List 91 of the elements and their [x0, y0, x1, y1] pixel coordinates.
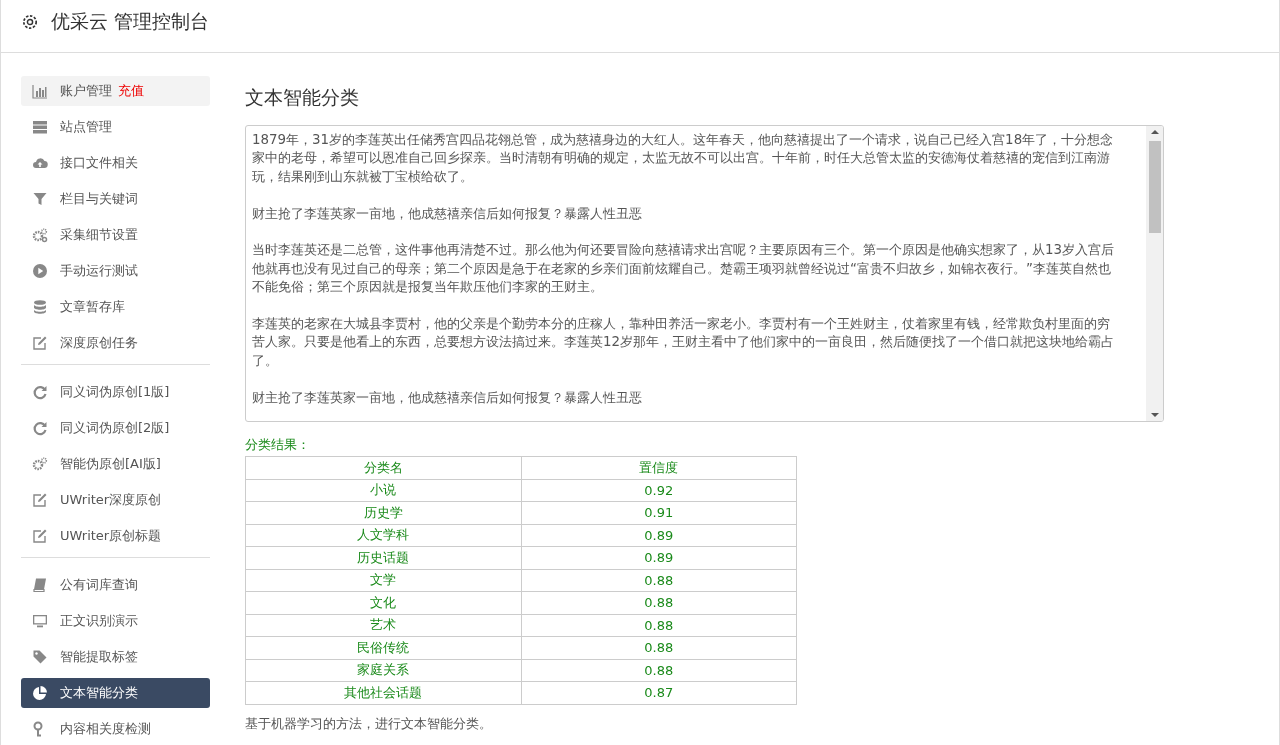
recharge-link[interactable]: 充值	[118, 82, 144, 100]
paragraph: 财主抢了李莲英家一亩地，他成慈禧亲信后如何报复？暴露人性丑恶	[252, 204, 643, 223]
sidebar-item[interactable]: UWriter原创标题	[21, 521, 210, 551]
bar-chart-icon	[32, 83, 48, 99]
table-cell: 历史学	[245, 501, 521, 524]
menu-label: 同义词伪原创[2版]	[60, 419, 170, 437]
paragraph: 1879年，31岁的李莲英出任储秀宫四品花翎总管，成为慈禧身边的大红人。这年春天，他向慈禧提出了一个请求，说自己已经入宫18年了，十分想念家中的老母，希望可以恩准自己回乡探亲。当时清朝有明确的规定，太监无故不可以出宫。十年前，时任大总管太监的安德海仗着慈禧的宠信到江南游玩，结果刚到山东就被丁宝桢给砍了。	[252, 131, 1115, 186]
table-cell: 人文学科	[245, 524, 521, 547]
sidebar-item[interactable]: 同义词伪原创[2版]	[21, 413, 210, 443]
menu-label: 同义词伪原创[1版]	[60, 383, 170, 401]
menu-label: 深度原创任务	[60, 334, 138, 352]
paragraph: 李莲英的老家在大城县李贾村，他的父亲是个勤劳本分的庄稼人，靠种田养活一家老小。李贾村有一个王姓财主，仗着家里有钱，经常欺负村里面的穷苦人家。只要是他看上的东西，总要想方设法搞过来。李莲英12岁那年，王财主看中了他们家中的一亩良田，然后随便找了一个借口就把这块地给霸占了。	[252, 315, 1116, 370]
table-cell: 0.88	[521, 659, 797, 682]
table-cell: 文学	[245, 569, 521, 592]
sidebar-item[interactable]: 正文识别演示	[21, 606, 210, 636]
description-text: 基于机器学习的方法，进行文本智能分类。	[245, 714, 493, 733]
scrollbar-thumb[interactable]	[1148, 141, 1161, 233]
menu-label: 站点管理	[60, 118, 112, 136]
server-icon	[32, 119, 48, 135]
sidebar-item[interactable]: UWriter深度原创	[21, 485, 210, 515]
tag-icon	[32, 649, 48, 665]
menu-label: 账户管理	[60, 82, 112, 100]
edit-icon	[32, 528, 48, 544]
play-icon	[32, 263, 48, 279]
menu-label: UWriter原创标题	[60, 527, 162, 545]
sidebar-item[interactable]: 智能提取标签	[21, 642, 210, 672]
sidebar-item[interactable]: 接口文件相关	[21, 148, 210, 178]
sidebar-item[interactable]: 栏目与关键词	[21, 184, 210, 214]
sidebar-item[interactable]: 深度原创任务	[21, 328, 210, 358]
table-cell: 文化	[245, 591, 521, 614]
table-cell: 0.89	[521, 524, 797, 547]
menu-label: 正文识别演示	[60, 612, 138, 630]
text-input[interactable]	[245, 125, 1164, 422]
menu-label: 采集细节设置	[60, 226, 138, 244]
table-cell: 小说	[245, 479, 521, 502]
column-header: 分类名	[245, 456, 521, 479]
table-cell: 0.88	[521, 569, 797, 592]
scroll-down-icon[interactable]	[1150, 412, 1159, 418]
edit-icon	[32, 492, 48, 508]
paragraph: 财主抢了李莲英家一亩地，他成慈禧亲信后如何报复？暴露人性丑恶	[252, 388, 643, 407]
monitor-icon	[32, 613, 48, 629]
menu-label: 接口文件相关	[60, 154, 138, 172]
table-cell: 0.88	[521, 636, 797, 659]
table-cell: 其他社会话题	[245, 681, 521, 704]
sidebar-item[interactable]: 采集细节设置	[21, 220, 210, 250]
cloud-upload-icon	[32, 155, 48, 171]
menu-label: UWriter深度原创	[60, 491, 162, 509]
table-cell: 0.87	[521, 681, 797, 704]
page-title: 文本智能分类	[245, 85, 360, 110]
gears-icon	[32, 227, 48, 243]
paragraph: 当时李莲英还是二总管，这件事他再清楚不过。那么他为何还要冒险向慈禧请求出宫呢？主要原因有三个。第一个原因是他确实想家了，从13岁入宫后他就再也没有见过自己的母亲；第二个原因是急于在老家的乡亲们面前炫耀自己。楚霸王项羽就曾经说过“富贵不归故乡，如锦衣夜行。”李莲英自然也不能免俗；第三个原因就是报复当年欺压他们李家的王财主。	[252, 241, 1116, 297]
refresh-icon	[32, 384, 48, 400]
pie-chart-icon	[32, 685, 48, 701]
menu-label: 手动运行测试	[60, 262, 138, 280]
sidebar-item[interactable]: 账户管理 充值	[21, 76, 210, 106]
table-cell: 家庭关系	[245, 659, 521, 682]
filter-icon	[32, 191, 48, 207]
sidebar-item[interactable]: 智能伪原创[AI版]	[21, 449, 210, 479]
scroll-up-icon[interactable]	[1150, 129, 1159, 135]
table-cell: 0.91	[521, 501, 797, 524]
menu-label: 公有词库查询	[60, 576, 138, 594]
menu-label: 智能伪原创[AI版]	[60, 455, 161, 473]
table-cell: 0.89	[521, 546, 797, 569]
console-title: 优采云 管理控制台	[51, 9, 210, 34]
menu-label: 栏目与关键词	[60, 190, 138, 208]
refresh-icon	[32, 420, 48, 436]
sidebar-item[interactable]: 手动运行测试	[21, 256, 210, 286]
sidebar-item[interactable]: 公有词库查询	[21, 570, 210, 600]
table-cell: 历史话题	[245, 546, 521, 569]
menu-label: 内容相关度检测	[60, 720, 151, 738]
settings-icon	[21, 13, 39, 31]
sidebar-item[interactable]: 文章暂存库	[21, 292, 210, 322]
table-cell: 0.88	[521, 614, 797, 637]
gears-icon	[32, 456, 48, 472]
sidebar-item[interactable]: 站点管理	[21, 112, 210, 142]
book-icon	[32, 577, 48, 593]
table-cell: 0.92	[521, 479, 797, 502]
menu-label: 文章暂存库	[60, 298, 125, 316]
sidebar-item[interactable]: 文本智能分类	[21, 678, 210, 708]
column-header: 置信度	[521, 456, 797, 479]
table-cell: 艺术	[245, 614, 521, 637]
sidebar-item[interactable]: 同义词伪原创[1版]	[21, 377, 210, 407]
menu-label: 智能提取标签	[60, 648, 138, 666]
sidebar-item[interactable]: 内容相关度检测	[21, 714, 210, 744]
edit-icon	[32, 335, 48, 351]
scrollbar[interactable]	[1146, 126, 1163, 421]
menu-label: 文本智能分类	[60, 684, 138, 702]
result-label: 分类结果：	[245, 436, 311, 454]
table-cell: 0.88	[521, 591, 797, 614]
database-icon	[32, 299, 48, 315]
table-cell: 民俗传统	[245, 636, 521, 659]
